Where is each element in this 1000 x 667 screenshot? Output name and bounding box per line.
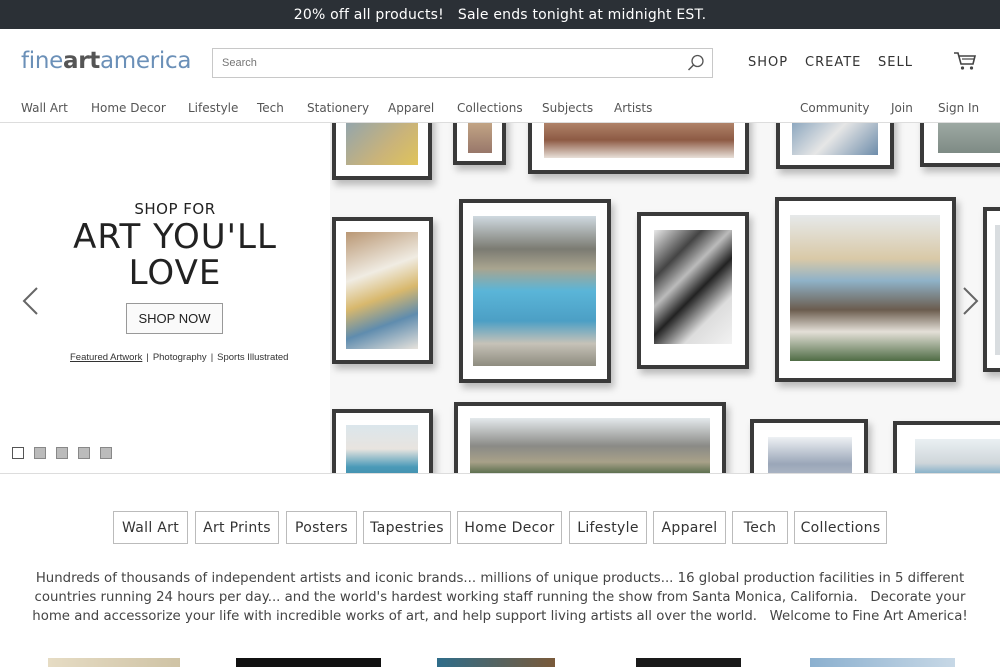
artwork-frame[interactable] (528, 123, 749, 174)
hero-link-featured-artwork[interactable]: Featured Artwork (70, 352, 142, 363)
artwork-frame[interactable] (454, 402, 726, 473)
cart-icon[interactable] (953, 51, 977, 71)
carousel-dots (12, 447, 112, 459)
hero-headline-line2: LOVE (128, 253, 222, 293)
catnav-apparel[interactable]: Apparel (388, 101, 434, 115)
intro-paragraph: Hundreds of thousands of independent art… (32, 571, 970, 624)
promo-banner[interactable]: 20% off all products! Sale ends tonight … (0, 0, 1000, 29)
chevron-right-icon[interactable] (960, 286, 980, 316)
catnav-community[interactable]: Community (800, 101, 869, 115)
hero-carousel: SHOP FOR ART YOU'LL LOVE SHOP NOW Featur… (0, 123, 1000, 474)
catnav-tech[interactable]: Tech (257, 101, 284, 115)
hero-headline: ART YOU'LL LOVE (0, 219, 350, 291)
site-header: fineartamerica SHOP CREATE SELL (0, 29, 1000, 95)
artwork-frame[interactable] (637, 212, 749, 369)
product-thumbnail[interactable] (48, 658, 180, 667)
chevron-left-icon[interactable] (21, 286, 41, 316)
link-separator: | (146, 352, 149, 363)
carousel-dot-2[interactable] (34, 447, 46, 459)
category-nav: Wall Art Home Decor Lifestyle Tech Stati… (0, 95, 1000, 123)
catnav-home-decor[interactable]: Home Decor (91, 101, 166, 115)
product-thumbnails (0, 658, 1000, 667)
product-thumbnail[interactable] (236, 658, 381, 667)
pill-art-prints[interactable]: Art Prints (195, 511, 279, 544)
artwork-frame[interactable] (750, 419, 868, 473)
catnav-artists[interactable]: Artists (614, 101, 652, 115)
nav-shop[interactable]: SHOP (748, 55, 788, 70)
search-box (212, 48, 713, 78)
link-separator: | (210, 352, 214, 363)
site-logo[interactable]: fineartamerica (21, 48, 191, 74)
carousel-dot-1[interactable] (12, 447, 24, 459)
artwork-frame[interactable] (453, 123, 506, 165)
hero-links: Featured Artwork | Photography | Sports Illu… (70, 352, 288, 363)
pill-lifestyle[interactable]: Lifestyle (569, 511, 647, 544)
hero-link-photography[interactable]: Photography (153, 352, 207, 363)
carousel-dot-3[interactable] (56, 447, 68, 459)
product-thumbnail[interactable] (437, 658, 555, 667)
pill-wall-art[interactable]: Wall Art (113, 511, 188, 544)
hero-text-panel (0, 123, 330, 473)
nav-sell[interactable]: SELL (878, 55, 913, 70)
hero-headline-line1: ART YOU'LL (73, 217, 277, 257)
artwork-frame[interactable] (459, 199, 611, 383)
catnav-lifestyle[interactable]: Lifestyle (188, 101, 238, 115)
carousel-dot-4[interactable] (78, 447, 90, 459)
artwork-frame[interactable] (332, 409, 433, 473)
catnav-wall-art[interactable]: Wall Art (21, 101, 68, 115)
pill-posters[interactable]: Posters (286, 511, 357, 544)
pill-tech[interactable]: Tech (732, 511, 788, 544)
shop-now-button[interactable]: SHOP NOW (126, 303, 223, 334)
carousel-dot-5[interactable] (100, 447, 112, 459)
artwork-frame[interactable] (983, 207, 1000, 372)
pill-home-decor[interactable]: Home Decor (457, 511, 562, 544)
pill-apparel[interactable]: Apparel (653, 511, 726, 544)
artwork-frame[interactable] (776, 123, 894, 169)
catnav-collections[interactable]: Collections (457, 101, 523, 115)
artwork-frame[interactable] (893, 421, 1000, 473)
artwork-frame[interactable] (775, 197, 956, 382)
search-icon[interactable] (687, 54, 705, 72)
search-input[interactable] (213, 49, 673, 77)
hero-kicker: SHOP FOR (134, 200, 216, 218)
product-thumbnail[interactable] (810, 658, 955, 667)
artwork-frame[interactable] (920, 123, 1000, 167)
catnav-join[interactable]: Join (891, 101, 913, 115)
pill-tapestries[interactable]: Tapestries (363, 511, 451, 544)
artwork-frame[interactable] (332, 123, 432, 180)
catnav-sign-in[interactable]: Sign In (938, 101, 979, 115)
hero-link-sports-illustrated[interactable]: Sports Illustrated (217, 352, 288, 363)
promo-text: 20% off all products! Sale ends tonight … (293, 6, 707, 23)
product-thumbnail[interactable] (636, 658, 741, 667)
pill-collections[interactable]: Collections (794, 511, 887, 544)
catnav-subjects[interactable]: Subjects (542, 101, 593, 115)
catnav-stationery[interactable]: Stationery (307, 101, 369, 115)
category-pills: Wall Art Art Prints Posters Tapestries H… (0, 511, 1000, 544)
nav-create[interactable]: CREATE (805, 55, 861, 70)
